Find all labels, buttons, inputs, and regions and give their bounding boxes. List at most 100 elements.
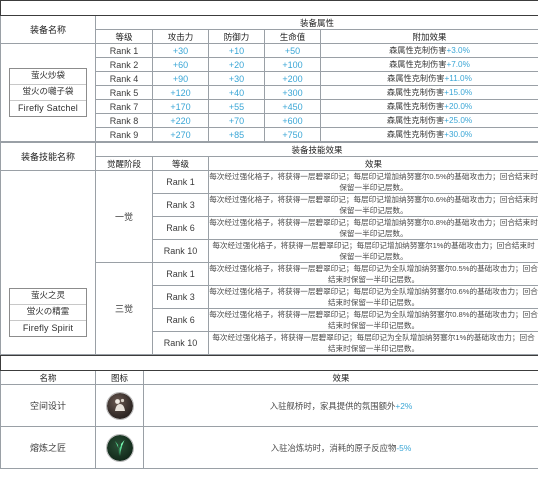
equipment-attributes-header: 装备属性 xyxy=(94,15,538,30)
skill-effect-text: 每次经过强化格子，将获得一层碧翠印记；每层印记为全队增加纳努塞尔0.5%的基础攻… xyxy=(207,262,538,286)
skill-effect-group-header: 装备技能效果 xyxy=(94,142,538,157)
column-header-level: 等级 xyxy=(152,156,209,171)
defense-value: +10 xyxy=(208,43,265,58)
equipment-group-header-row: 装备名称 装备属性 xyxy=(0,15,538,44)
rank-label: Rank 6 xyxy=(152,308,209,332)
defense-value: +40 xyxy=(208,85,265,100)
work-skills-table: 巨像技能/Work Skill 名称 图标 效果 空间设计 入驻舰桥时，家具提供… xyxy=(0,355,538,469)
bonus-effect: 森属性克制伤害+25.0% xyxy=(319,113,538,128)
bonus-effect: 森属性克制伤害+20.0% xyxy=(319,99,538,114)
attack-value: +30 xyxy=(152,43,209,58)
work-skill-icon-cell xyxy=(95,384,144,427)
skill-name-en: Firefly Spirit xyxy=(22,323,74,334)
rank-label: Rank 9 xyxy=(95,127,153,142)
rank-label: Rank 1 xyxy=(152,170,209,194)
hp-value: +200 xyxy=(264,71,321,86)
rank-label: Rank 10 xyxy=(152,239,209,263)
rank-label: Rank 1 xyxy=(95,43,153,58)
rank-label: Rank 7 xyxy=(95,99,153,114)
equipment-name-zh: 萤火炒袋 xyxy=(10,69,86,85)
column-header-level: 等级 xyxy=(95,29,153,44)
rank-label: Rank 8 xyxy=(95,113,153,128)
work-skill-icon-cell xyxy=(95,426,144,469)
hp-value: +50 xyxy=(264,43,321,58)
rank-label: Rank 3 xyxy=(152,285,209,309)
column-header-bonus: 附加效果 xyxy=(319,29,538,44)
skill-effect-text: 每次经过强化格子，将获得一层碧翠印记；每层印记为全队增加纳努塞尔1%的基础攻击力… xyxy=(207,331,538,355)
rank-label: Rank 3 xyxy=(152,193,209,217)
column-header-awakening: 觉醒阶段 xyxy=(95,156,153,171)
skill-name-box: 萤火之灵 蛍火の精霊 Firefly Spirit xyxy=(9,287,87,338)
attack-value: +220 xyxy=(152,113,209,128)
attack-value: +170 xyxy=(152,99,209,114)
skill-effect-text: 每次经过强化格子，将获得一层碧翠印记；每层印记增加纳努塞尔0.6%的基础攻击力；… xyxy=(207,193,538,217)
stat-sheet: 装备技能/Equipment skills 装备名称 装备属性 等级 攻击力 防… xyxy=(0,0,538,469)
defense-value: +30 xyxy=(208,71,265,86)
work-skill-name: 空间设计 xyxy=(0,384,96,427)
column-header-defense: 防御力 xyxy=(208,29,265,44)
equipment-banner-row: 装备技能/Equipment skills xyxy=(0,0,538,16)
defense-value: +85 xyxy=(208,127,265,142)
rank-label: Rank 1 xyxy=(152,262,209,286)
equipment-name-box: 萤火炒袋 蛍火の囃子袋 Firefly Satchel xyxy=(9,67,87,118)
awakening-stage-1: 一觉 xyxy=(95,170,153,263)
hp-value: +450 xyxy=(264,99,321,114)
skill-group-header-row: 装备技能名称 装备技能效果 xyxy=(0,142,538,171)
rank-label: Rank 2 xyxy=(95,57,153,72)
equipment-name-en: Firefly Satchel xyxy=(17,103,79,114)
attack-value: +120 xyxy=(152,85,209,100)
furniture-icon xyxy=(105,391,134,420)
awakening-stage-3: 三觉 xyxy=(95,262,153,355)
hp-value: +100 xyxy=(264,57,321,72)
work-skill-effect: 入驻舰桥时，家具提供的氛围额外+2% xyxy=(142,384,538,427)
skill-name-zh: 萤火之灵 xyxy=(10,289,86,305)
hp-value: +600 xyxy=(264,113,321,128)
defense-value: +70 xyxy=(208,113,265,128)
skill-name-ja: 蛍火の精霊 xyxy=(10,305,86,321)
skill-name-cell: 萤火之灵 蛍火の精霊 Firefly Spirit xyxy=(0,170,96,355)
work-column-header-row: 名称 图标 效果 xyxy=(0,370,538,385)
attack-value: +90 xyxy=(152,71,209,86)
rank-label: Rank 4 xyxy=(95,71,153,86)
bonus-effect: 森属性克制伤害+15.0% xyxy=(319,85,538,100)
bonus-effect: 森属性克制伤害+7.0% xyxy=(319,57,538,72)
column-header-name: 名称 xyxy=(0,370,96,385)
bonus-effect: 森属性克制伤害+3.0% xyxy=(319,43,538,58)
hp-value: +300 xyxy=(264,85,321,100)
equipment-name-cell: 萤火炒袋 蛍火の囃子袋 Firefly Satchel xyxy=(0,43,96,142)
skill-effect-text: 每次经过强化格子，将获得一层碧翠印记；每层印记为全队增加纳努塞尔0.6%的基础攻… xyxy=(207,285,538,309)
skill-effect-text: 每次经过强化格子，将获得一层碧翠印记；每层印记增加纳努塞尔1%的基础攻击力；回合… xyxy=(207,239,538,263)
leaf-icon xyxy=(105,433,134,462)
defense-value: +20 xyxy=(208,57,265,72)
work-banner-row: 巨像技能/Work Skill xyxy=(0,355,538,371)
equipment-name-ja: 蛍火の囃子袋 xyxy=(10,85,86,101)
equipment-name-header: 装备名称 xyxy=(0,15,96,44)
attack-value: +270 xyxy=(152,127,209,142)
skill-effect-text: 每次经过强化格子，将获得一层碧翠印记；每层印记增加纳努塞尔0.8%的基础攻击力；… xyxy=(207,216,538,240)
attack-value: +60 xyxy=(152,57,209,72)
skill-effects-table: 装备技能名称 装备技能效果 觉醒阶段 等级 效果 萤火之灵 蛍火の精霊 Fire… xyxy=(0,142,538,355)
table-row: 熔炼之匠 入驻冶炼坊时，消耗的原子反应物-5% xyxy=(0,426,538,469)
skill-effect-text: 每次经过强化格子，将获得一层碧翠印记；每层印记为全队增加纳努塞尔0.8%的基础攻… xyxy=(207,308,538,332)
column-header-effect: 效果 xyxy=(207,156,538,171)
table-row: 萤火炒袋 蛍火の囃子袋 Firefly Satchel Rank 1 +30 +… xyxy=(0,43,538,142)
work-skill-effect: 入驻冶炼坊时，消耗的原子反应物-5% xyxy=(142,426,538,469)
table-row: 空间设计 入驻舰桥时，家具提供的氛围额外+2% xyxy=(0,384,538,427)
column-header-effect: 效果 xyxy=(142,370,538,385)
bonus-effect: 森属性克制伤害+30.0% xyxy=(319,127,538,142)
bonus-effect: 森属性克制伤害+11.0% xyxy=(319,71,538,86)
equipment-banner: 装备技能/Equipment skills xyxy=(0,0,538,16)
column-header-attack: 攻击力 xyxy=(152,29,209,44)
skill-effect-text: 每次经过强化格子，将获得一层碧翠印记；每层印记增加纳努塞尔0.5%的基础攻击力；… xyxy=(207,170,538,194)
defense-value: +55 xyxy=(208,99,265,114)
hp-value: +750 xyxy=(264,127,321,142)
rank-label: Rank 5 xyxy=(95,85,153,100)
column-header-icon: 图标 xyxy=(95,370,144,385)
work-banner: 巨像技能/Work Skill xyxy=(0,355,538,371)
rank-label: Rank 10 xyxy=(152,331,209,355)
table-row: 萤火之灵 蛍火の精霊 Firefly Spirit 一觉 Rank 1 每次经过… xyxy=(0,170,538,355)
skill-name-header: 装备技能名称 xyxy=(0,142,96,171)
equipment-skills-table: 装备技能/Equipment skills 装备名称 装备属性 等级 攻击力 防… xyxy=(0,0,538,142)
rank-label: Rank 6 xyxy=(152,216,209,240)
column-header-hp: 生命值 xyxy=(264,29,321,44)
